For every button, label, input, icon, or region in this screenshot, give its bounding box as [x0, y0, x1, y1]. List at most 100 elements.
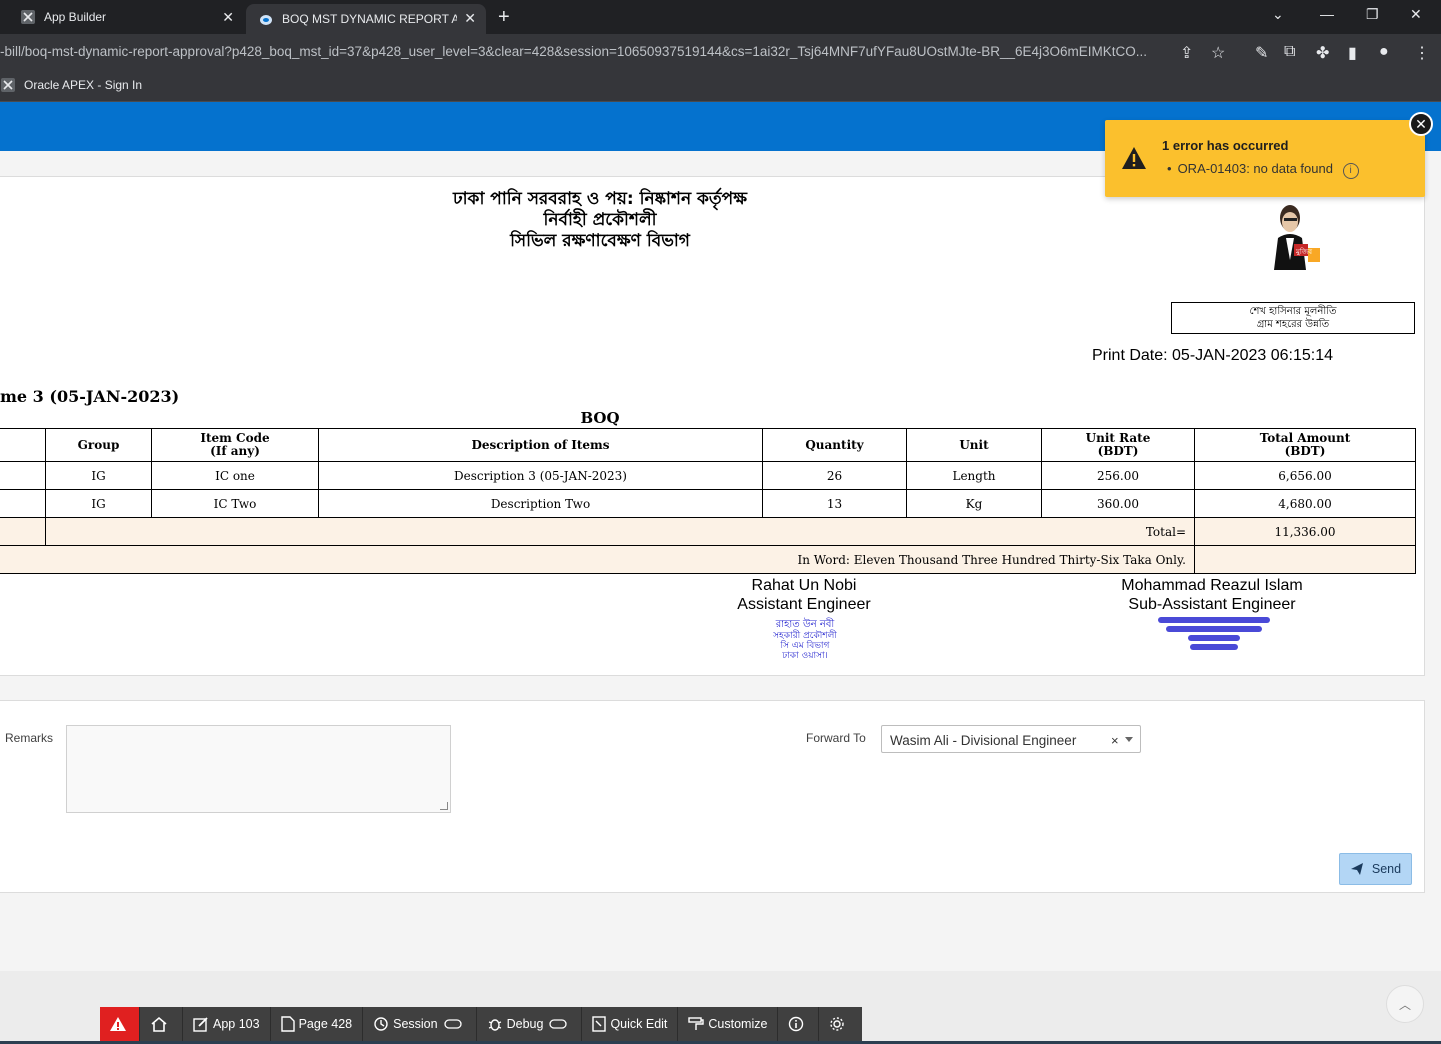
apex-logo-icon [1, 78, 15, 92]
remarks-textarea[interactable] [66, 725, 451, 813]
dev-customize-button[interactable]: Customize [678, 1007, 779, 1041]
column-header-unit: Unit [906, 428, 1042, 462]
gear-icon [830, 1017, 845, 1031]
dev-quick-edit-button[interactable]: Quick Edit [582, 1007, 679, 1041]
scheme-title: me 3 (05-JAN-2023) [0, 387, 180, 406]
bookmarks-bar: Oracle APEX - Sign In [0, 72, 1441, 102]
tab-search-icon[interactable]: ⌄ [1272, 6, 1284, 23]
bug-icon [488, 1019, 501, 1031]
close-window-icon[interactable]: ✕ [1410, 6, 1422, 23]
dev-debug-button[interactable]: Debug [477, 1007, 583, 1041]
in-word-text: In Word: Eleven Thousand Three Hundred T… [0, 545, 1195, 574]
svg-text:সহকারী প্রকৌশলী: সহকারী প্রকৌশলী [772, 629, 837, 641]
column-header-total-amount: Total Amount (BDT) [1194, 428, 1416, 462]
dev-app-label: App 103 [213, 1017, 260, 1031]
column-header-item-code: Item Code (If any) [151, 428, 319, 462]
url-field[interactable]: -bill/boq-mst-dynamic-report-approval?p4… [0, 44, 1168, 59]
bookmark-oracle-apex[interactable]: Oracle APEX - Sign In [0, 77, 142, 93]
clear-selection-icon[interactable]: × [1111, 733, 1119, 748]
cell-group: IG [45, 489, 152, 518]
error-message: • ORA-01403: no data found i [1167, 161, 1359, 179]
apex-logo-icon [21, 10, 35, 24]
report-header-division: সিভিল রক্ষণাবেক্ষণ বিভাগ [510, 231, 690, 251]
table-header-row: Group Item Code (If any) Description of I… [0, 428, 1416, 462]
cell-unit: Kg [906, 489, 1042, 518]
restore-icon[interactable]: ❐ [1366, 6, 1379, 23]
signatory-assistant-engineer: Rahat Un Nobi Assistant Engineer [704, 576, 904, 614]
cell-unit-rate: 256.00 [1041, 461, 1195, 490]
in-word-row: In Word: Eleven Thousand Three Hundred T… [0, 545, 1416, 574]
dev-quick-edit-label: Quick Edit [610, 1017, 668, 1031]
dev-page-label: Page 428 [298, 1017, 353, 1031]
developer-toolbar: App 103 Page 428 Session Debug Quick Edi… [100, 1007, 862, 1041]
send-button[interactable]: Send [1339, 853, 1412, 885]
cell-quantity: 13 [762, 489, 907, 518]
paint-roller-icon [688, 1017, 705, 1030]
profile-avatar-icon[interactable]: ● [1379, 43, 1389, 61]
svg-text:ঢাকা ওয়াসা।: ঢাকা ওয়াসা। [781, 651, 828, 661]
session-icon [374, 1017, 388, 1031]
dev-info-button[interactable] [778, 1007, 820, 1041]
extensions-puzzle-icon[interactable]: ✤ [1316, 43, 1329, 63]
tab-boq-report[interactable]: BOQ MST DYNAMIC REPORT APPR ✕ [246, 4, 486, 34]
side-panel-icon[interactable]: ▮ [1348, 43, 1357, 63]
close-notification-icon[interactable]: ✕ [1409, 112, 1433, 136]
translate-icon[interactable]: ⧉ [1284, 43, 1295, 61]
share-icon[interactable]: ⇪ [1180, 43, 1193, 63]
bookmark-star-icon[interactable]: ☆ [1211, 43, 1225, 63]
dev-settings-button[interactable] [819, 1007, 859, 1041]
cell-group: IG [45, 461, 152, 490]
dev-session-button[interactable]: Session [363, 1007, 477, 1041]
forward-to-select[interactable]: Wasim Ali - Divisional Engineer × [881, 725, 1141, 753]
signatory-sub-assistant-engineer: Mohammad Reazul Islam Sub-Assistant Engi… [1092, 576, 1332, 614]
send-label: Send [1371, 862, 1402, 876]
column-header-unit-rate: Unit Rate (BDT) [1041, 428, 1195, 462]
motto-line-2: গ্রাম শহরের উন্নতি [1256, 319, 1330, 330]
cell-quantity: 26 [762, 461, 907, 490]
dev-app-button[interactable]: App 103 [183, 1007, 271, 1041]
warning-icon [1122, 147, 1146, 169]
tab-title: BOQ MST DYNAMIC REPORT APPR [282, 12, 457, 26]
signatory-designation: Assistant Engineer [737, 596, 871, 613]
cell-description: Description Two [318, 489, 763, 518]
tab-app-builder[interactable]: App Builder ✕ [0, 0, 244, 34]
boq-table: Group Item Code (If any) Description of I… [0, 428, 1416, 574]
dev-page-button[interactable]: Page 428 [271, 1007, 364, 1041]
signatory-name: Mohammad Reazul Islam [1121, 577, 1303, 594]
info-icon[interactable]: i [1342, 163, 1359, 179]
motto-box: শেখ হাসিনার মূলনীতি গ্রাম শহরের উন্নতি [1171, 302, 1415, 334]
column-header-group: Group [45, 428, 152, 462]
dev-session-label: Session [393, 1017, 438, 1031]
dev-alert-icon[interactable] [100, 1007, 140, 1041]
column-header-description: Description of Items [318, 428, 763, 462]
menu-kebab-icon[interactable]: ⋮ [1414, 43, 1430, 63]
signatory-designation: Sub-Assistant Engineer [1128, 596, 1296, 613]
toggle-icon [549, 1019, 568, 1029]
error-notification: 1 error has occurred • ORA-01403: no data… [1105, 112, 1433, 197]
portrait-image: মুজিব [1274, 205, 1320, 270]
resize-handle-icon[interactable] [440, 802, 448, 810]
table-row: IG IC Two Description Two 13 Kg 360.00 4… [0, 489, 1416, 518]
total-value: 11,336.00 [1194, 517, 1416, 546]
boq-caption: BOQ [580, 409, 620, 427]
scroll-to-top-icon[interactable]: ︿ [1386, 985, 1424, 1023]
table-row: IG IC one Description 3 (05-JAN-2023) 26… [0, 461, 1416, 490]
browser-tab-bar: App Builder ✕ BOQ MST DYNAMIC REPORT APP… [0, 0, 1441, 34]
tab-title: App Builder [44, 10, 107, 24]
cell-total: 4,680.00 [1194, 489, 1416, 518]
toggle-icon [443, 1019, 462, 1029]
pen-extension-icon[interactable]: ✎ [1255, 43, 1268, 63]
dev-home-button[interactable] [140, 1007, 183, 1041]
chevron-down-icon[interactable] [1125, 737, 1133, 742]
close-tab-icon[interactable]: ✕ [464, 10, 476, 27]
new-tab-icon[interactable]: + [498, 6, 510, 29]
cell-unit: Length [906, 461, 1042, 490]
seal-stamp-icon: রাহাত উন নবী সহকারী প্রকৌশলী সি এম বিভাগ… [772, 617, 837, 661]
column-header-quantity: Quantity [762, 428, 907, 462]
total-row: Total= 11,336.00 [0, 517, 1416, 546]
home-icon [151, 1016, 167, 1032]
minimize-icon[interactable]: — [1320, 6, 1334, 22]
address-bar: -bill/boq-mst-dynamic-report-approval?p4… [0, 34, 1441, 72]
close-tab-icon[interactable]: ✕ [222, 9, 234, 26]
oracle-drop-icon [260, 15, 272, 25]
